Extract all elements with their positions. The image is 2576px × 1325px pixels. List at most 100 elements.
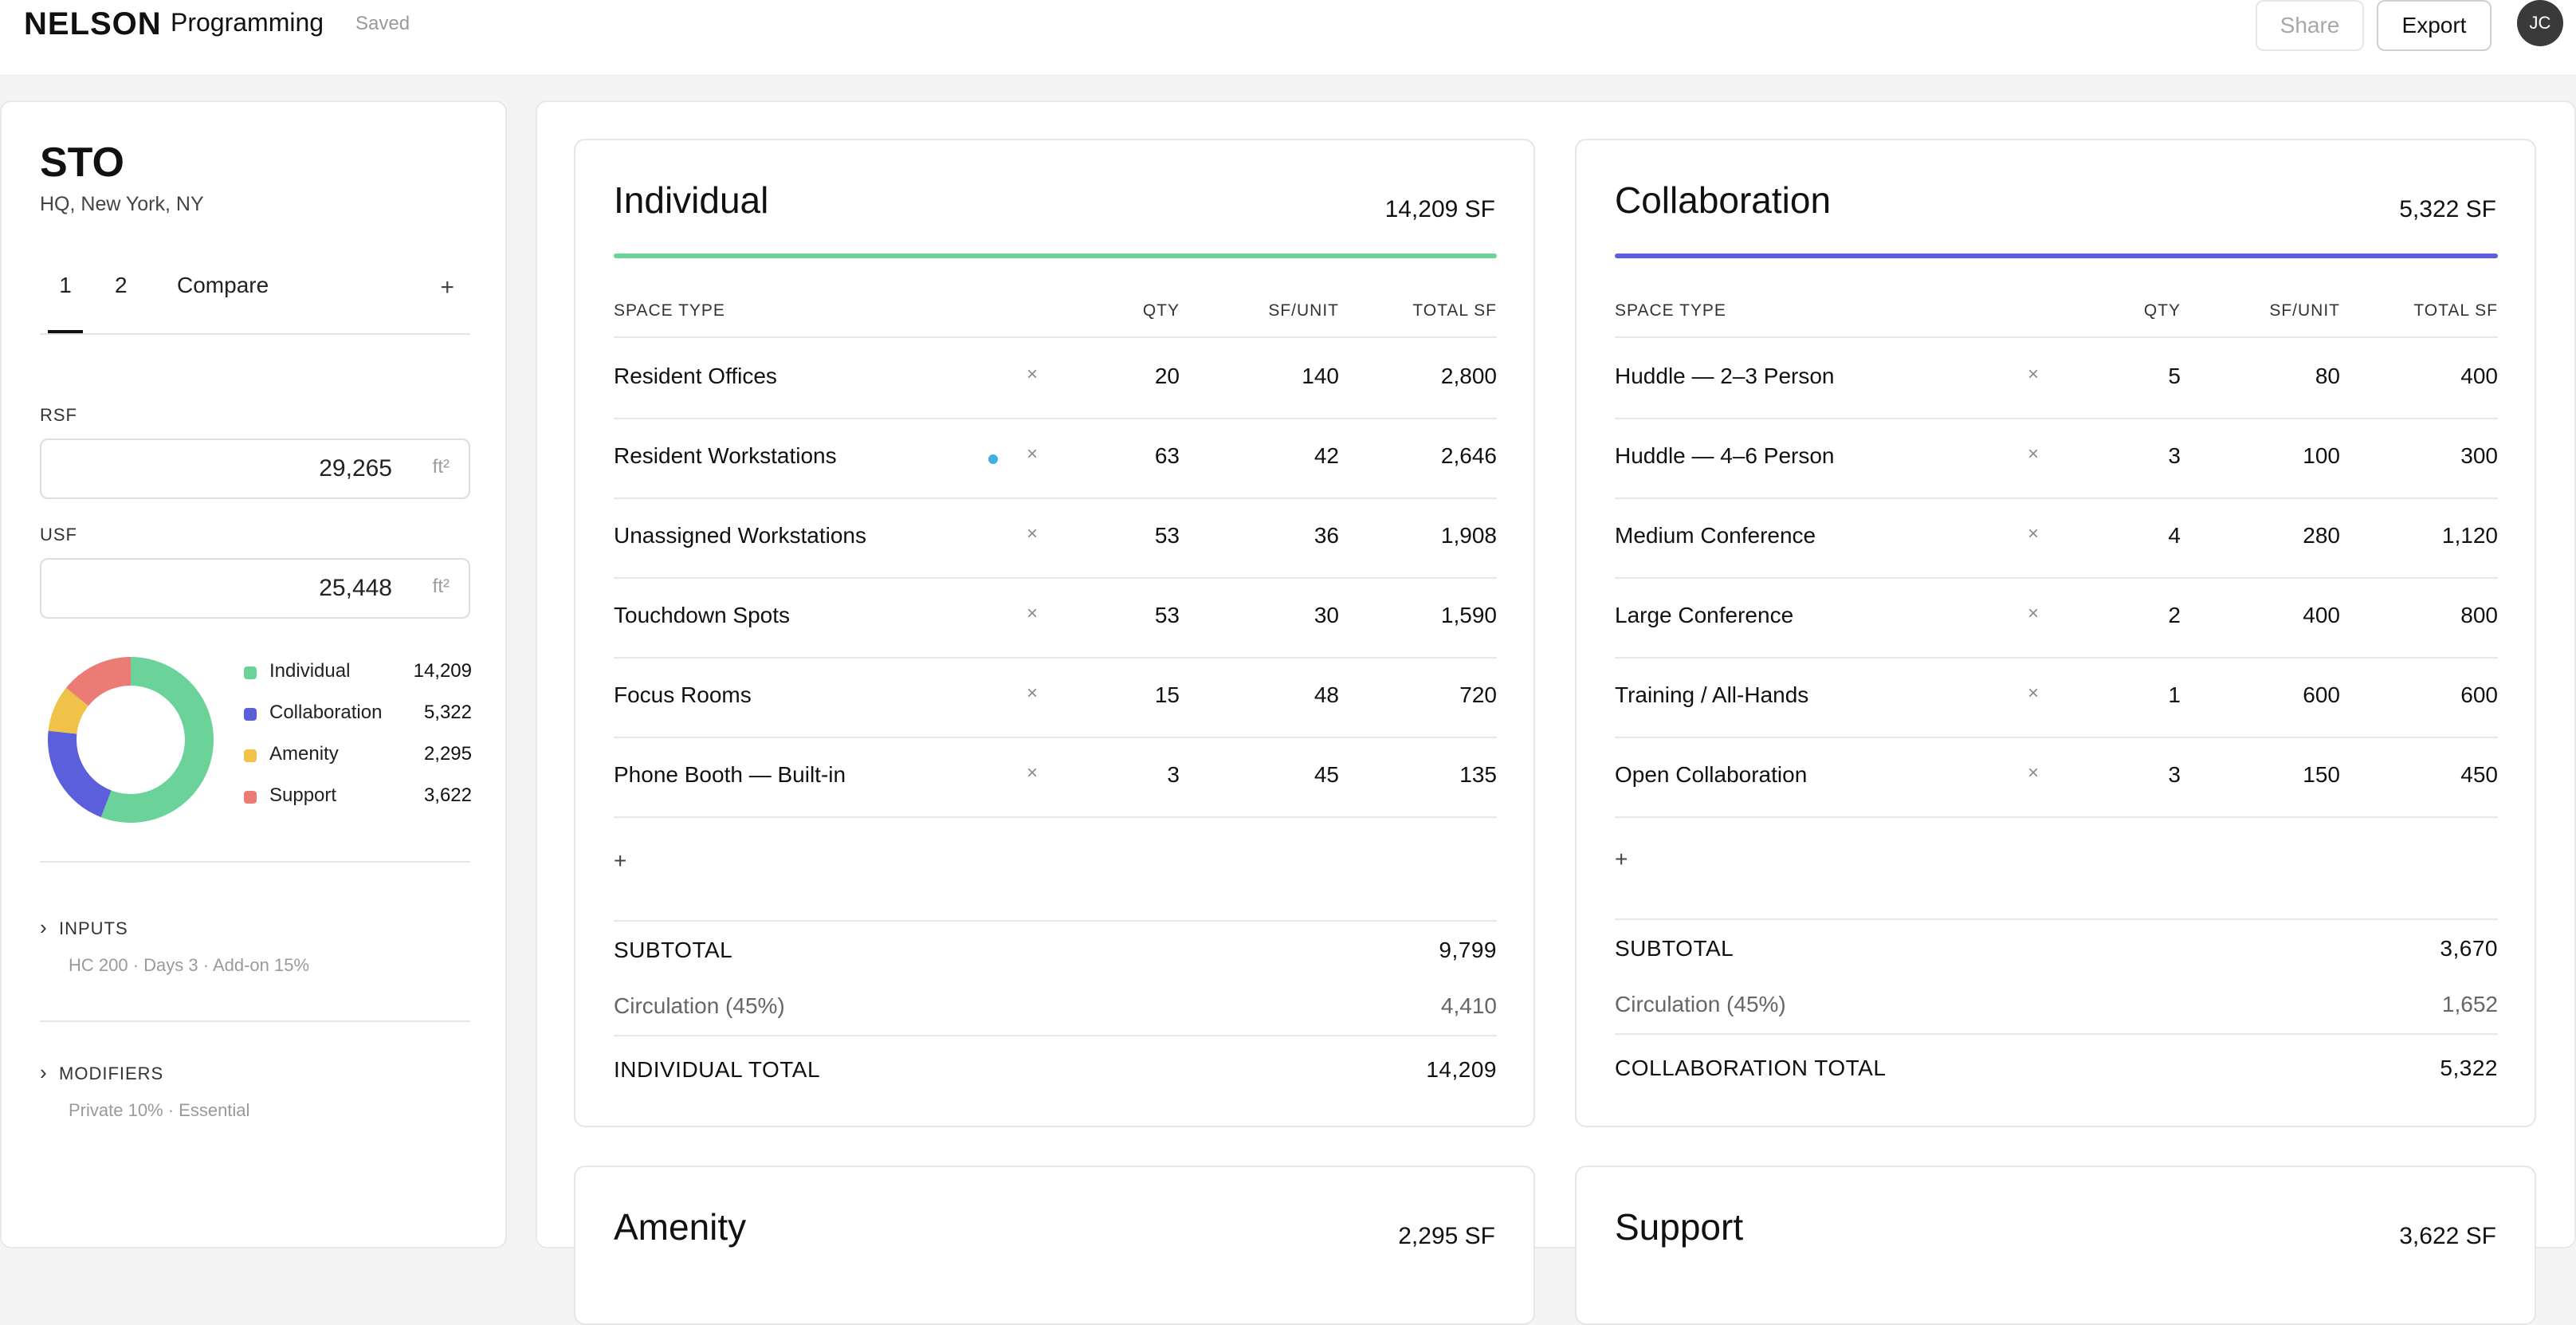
modifiers-section-toggle[interactable]: › MODIFIERS bbox=[40, 1060, 163, 1085]
sf-unit-value[interactable]: 100 bbox=[2303, 443, 2340, 469]
total-sf-value: 720 bbox=[1459, 682, 1497, 707]
total-sf-value: 1,590 bbox=[1440, 603, 1497, 627]
qty-value[interactable]: 2 bbox=[2168, 603, 2181, 628]
legend-swatch bbox=[244, 708, 257, 721]
legend-label: Amenity bbox=[269, 743, 339, 765]
sf-unit-value[interactable]: 48 bbox=[1314, 682, 1339, 708]
legend-label: Support bbox=[269, 784, 337, 806]
table-row[interactable]: Resident Offices × 20 140 2,800 bbox=[614, 338, 1497, 419]
qty-value[interactable]: 5 bbox=[2168, 364, 2181, 389]
total-sf-value: 1,120 bbox=[2441, 523, 2498, 548]
legend-value: 2,295 bbox=[423, 743, 472, 765]
table-row[interactable]: Huddle — 2–3 Person × 5 80 400 bbox=[1615, 338, 2498, 419]
tab-compare[interactable]: Compare bbox=[177, 273, 269, 330]
qty-value[interactable]: 53 bbox=[1155, 603, 1180, 628]
remove-row-icon[interactable]: × bbox=[1027, 523, 1038, 545]
tab-scenario-1[interactable]: 1 bbox=[48, 273, 83, 333]
sf-unit-value[interactable]: 150 bbox=[2303, 762, 2340, 788]
qty-value[interactable]: 1 bbox=[2168, 682, 2181, 708]
qty-value[interactable]: 20 bbox=[1155, 364, 1180, 389]
sf-unit-value[interactable]: 30 bbox=[1314, 603, 1339, 628]
modifiers-label: MODIFIERS bbox=[59, 1064, 164, 1083]
space-name: Unassigned Workstations bbox=[614, 523, 866, 548]
add-space-button[interactable]: + bbox=[614, 848, 626, 874]
export-button[interactable]: Export bbox=[2377, 0, 2492, 51]
sf-unit-value[interactable]: 42 bbox=[1314, 443, 1339, 469]
space-name: Medium Conference bbox=[1615, 523, 1816, 548]
sf-unit-value[interactable]: 140 bbox=[1302, 364, 1339, 389]
legend-item-collaboration: Collaboration 5,322 bbox=[241, 697, 472, 738]
rsf-unit: ft² bbox=[432, 456, 450, 478]
remove-row-icon[interactable]: × bbox=[2028, 682, 2039, 705]
add-scenario-button[interactable]: + bbox=[440, 274, 454, 301]
remove-row-icon[interactable]: × bbox=[1027, 682, 1038, 705]
qty-value[interactable]: 3 bbox=[1167, 762, 1180, 788]
remove-row-icon[interactable]: × bbox=[1027, 443, 1038, 466]
modified-indicator-icon bbox=[988, 454, 998, 464]
qty-value[interactable]: 15 bbox=[1155, 682, 1180, 708]
rsf-field[interactable]: ft² bbox=[40, 438, 470, 499]
usf-input[interactable] bbox=[41, 560, 392, 617]
qty-value[interactable]: 3 bbox=[2168, 762, 2181, 788]
table-row[interactable]: Touchdown Spots × 53 30 1,590 bbox=[614, 577, 1497, 659]
table-row[interactable]: Focus Rooms × 15 48 720 bbox=[614, 657, 1497, 738]
remove-row-icon[interactable]: × bbox=[2028, 364, 2039, 386]
remove-row-icon[interactable]: × bbox=[2028, 523, 2039, 545]
legend-item-support: Support 3,622 bbox=[241, 780, 472, 821]
remove-row-icon[interactable]: × bbox=[2028, 762, 2039, 784]
total-sf-value: 450 bbox=[2460, 762, 2498, 787]
space-name: Touchdown Spots bbox=[614, 603, 791, 627]
qty-value[interactable]: 4 bbox=[2168, 523, 2181, 548]
subtotal-value: 3,670 bbox=[2440, 936, 2498, 961]
scenario-tabs: 1 2 Compare + bbox=[40, 273, 470, 335]
sf-unit-value[interactable]: 36 bbox=[1314, 523, 1339, 548]
usf-label: USF bbox=[40, 525, 77, 545]
chevron-right-icon: › bbox=[40, 915, 48, 939]
qty-value[interactable]: 63 bbox=[1155, 443, 1180, 469]
table-row[interactable]: Medium Conference × 4 280 1,120 bbox=[1615, 497, 2498, 579]
table-row[interactable]: Resident Workstations × 63 42 2,646 bbox=[614, 418, 1497, 499]
divider bbox=[40, 1020, 470, 1022]
amenity-card: Amenity 2,295 SF bbox=[574, 1166, 1535, 1325]
sf-unit-value[interactable]: 45 bbox=[1314, 762, 1339, 788]
table-row[interactable]: Large Conference × 2 400 800 bbox=[1615, 577, 2498, 659]
table-row[interactable]: Phone Booth — Built-in × 3 45 135 bbox=[614, 737, 1497, 818]
table-row[interactable]: Huddle — 4–6 Person × 3 100 300 bbox=[1615, 418, 2498, 499]
remove-row-icon[interactable]: × bbox=[1027, 603, 1038, 625]
table-row[interactable]: Open Collaboration × 3 150 450 bbox=[1615, 737, 2498, 818]
space-name: Open Collaboration bbox=[1615, 762, 1808, 787]
sf-unit-value[interactable]: 280 bbox=[2303, 523, 2340, 548]
card-title: Support bbox=[1615, 1206, 1744, 1248]
sf-unit-value[interactable]: 400 bbox=[2303, 603, 2340, 628]
remove-row-icon[interactable]: × bbox=[1027, 364, 1038, 386]
col-qty: QTY bbox=[1142, 301, 1180, 320]
table-row[interactable]: Unassigned Workstations × 53 36 1,908 bbox=[614, 497, 1497, 579]
avatar[interactable]: JC bbox=[2517, 0, 2563, 46]
remove-row-icon[interactable]: × bbox=[1027, 762, 1038, 784]
legend-value: 5,322 bbox=[423, 702, 472, 723]
subtotal-label: SUBTOTAL bbox=[1615, 936, 1734, 961]
divider bbox=[40, 861, 470, 863]
remove-row-icon[interactable]: × bbox=[2028, 443, 2039, 466]
qty-value[interactable]: 53 bbox=[1155, 523, 1180, 548]
logo: NELSON bbox=[24, 6, 162, 41]
legend-swatch bbox=[244, 791, 257, 804]
total-sf-value: 2,646 bbox=[1440, 443, 1497, 468]
sf-unit-value[interactable]: 80 bbox=[2315, 364, 2340, 389]
rsf-input[interactable] bbox=[41, 440, 392, 497]
table-row[interactable]: Training / All-Hands × 1 600 600 bbox=[1615, 657, 2498, 738]
card-total: 5,322 SF bbox=[2399, 196, 2496, 222]
share-button[interactable]: Share bbox=[2256, 0, 2364, 51]
usf-field[interactable]: ft² bbox=[40, 558, 470, 619]
app-title: Programming bbox=[171, 8, 324, 37]
add-space-button[interactable]: + bbox=[1615, 847, 1628, 872]
inputs-section-toggle[interactable]: › INPUTS bbox=[40, 915, 128, 940]
chevron-right-icon: › bbox=[40, 1060, 48, 1084]
remove-row-icon[interactable]: × bbox=[2028, 603, 2039, 625]
category-color-bar bbox=[614, 254, 1497, 258]
subtotal-value: 9,799 bbox=[1439, 938, 1497, 962]
sf-unit-value[interactable]: 600 bbox=[2303, 682, 2340, 708]
tab-scenario-2[interactable]: 2 bbox=[115, 273, 128, 330]
qty-value[interactable]: 3 bbox=[2168, 443, 2181, 469]
inputs-summary: HC 200 · Days 3 · Add-on 15% bbox=[69, 955, 310, 975]
